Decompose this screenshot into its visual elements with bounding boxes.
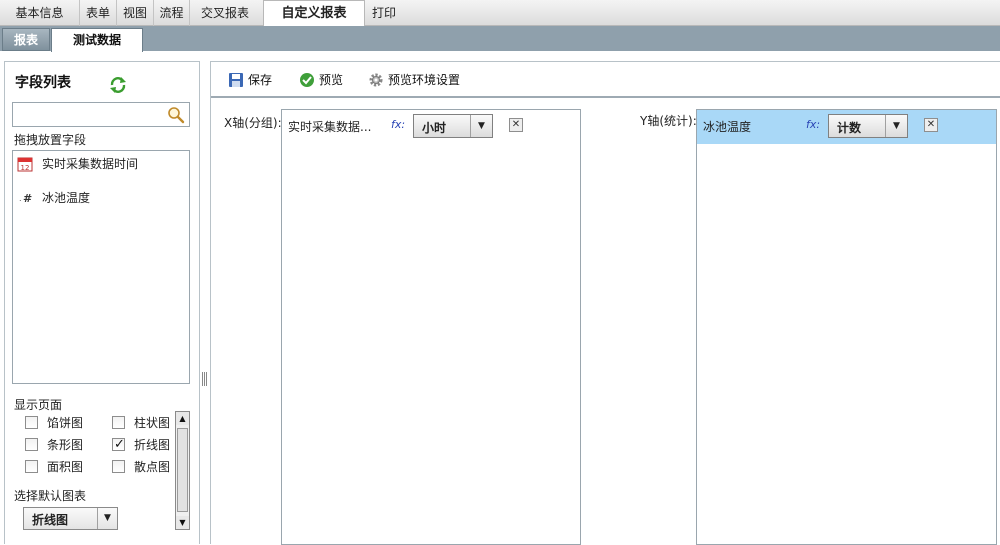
refresh-icon[interactable]	[109, 76, 127, 94]
chart-option-label: 折线图	[134, 438, 171, 452]
tab-view[interactable]: 视图	[117, 0, 154, 26]
chevron-down-icon[interactable]: ▼	[470, 115, 492, 137]
check-circle-icon	[300, 73, 314, 87]
x-axis-group-value: 小时	[422, 121, 447, 135]
tab-print[interactable]: 打印	[366, 0, 402, 26]
chart-option-label: 条形图	[47, 438, 84, 452]
top-tab-bar: 基本信息 表单 视图 流程 交叉报表 自定义报表 打印	[0, 0, 1000, 27]
chart-option-label: 散点图	[134, 460, 171, 474]
chart-option-area[interactable]: 面积图	[25, 457, 105, 477]
preview-label: 预览	[319, 73, 344, 87]
default-chart-select[interactable]: 折线图 ▼	[23, 507, 118, 530]
default-chart-label: 选择默认图表	[14, 489, 87, 503]
save-button[interactable]: 保存	[228, 71, 278, 89]
tab-workflow[interactable]: 流程	[154, 0, 190, 26]
field-item-label: 实时采集数据时间	[42, 157, 139, 171]
field-item-collect-time[interactable]: 12 实时采集数据时间	[17, 154, 185, 174]
chart-option-scatter[interactable]: 散点图	[112, 457, 182, 477]
close-icon[interactable]: ✕	[924, 118, 938, 132]
chart-type-options: 馅饼图 柱状图 条形图 折线图 面积图 散点图	[25, 413, 175, 479]
tab-form[interactable]: 表单	[80, 0, 117, 26]
y-axis-field-name: 冰池温度	[703, 120, 752, 134]
drag-fields-label: 拖拽放置字段	[14, 133, 87, 147]
fx-icon[interactable]: fx:	[391, 118, 405, 131]
checkbox[interactable]	[112, 460, 125, 473]
preview-settings-button[interactable]: 预览环境设置	[368, 71, 468, 89]
y-axis-field-row[interactable]: 冰池温度 fx: 计数 ▼ ✕	[697, 110, 996, 144]
x-axis-label: X轴(分组):	[224, 116, 282, 130]
panel-splitter-handle[interactable]	[202, 372, 208, 388]
field-search-input[interactable]	[16, 106, 164, 123]
number-field-icon: . #	[19, 192, 32, 205]
tab-basic-info[interactable]: 基本信息	[0, 0, 80, 26]
field-item-label: 冰池温度	[42, 191, 91, 205]
checkbox-checked[interactable]	[112, 435, 125, 455]
field-list-panel: 字段列表 拖拽放置字段 12 实时采集数据时间 . # 冰池温度 显示页面 馅饼…	[4, 61, 200, 544]
save-icon	[229, 73, 243, 87]
y-axis-aggregate-select[interactable]: 计数 ▼	[828, 114, 908, 138]
search-icon[interactable]	[167, 106, 185, 124]
svg-text:#: #	[23, 192, 32, 205]
chart-option-bar[interactable]: 条形图	[25, 435, 105, 455]
fx-icon[interactable]: fx:	[806, 118, 820, 131]
field-item-ice-pool-temp[interactable]: . # 冰池温度	[17, 188, 185, 208]
scroll-down-arrow-icon[interactable]: ▼	[176, 516, 189, 529]
preview-button[interactable]: 预览	[299, 71, 349, 89]
field-search-box	[12, 102, 190, 127]
default-chart-value: 折线图	[32, 513, 69, 527]
toolbar: 保存 预览 预览环境设置	[211, 62, 1000, 98]
save-label: 保存	[248, 73, 273, 87]
gear-icon	[369, 73, 383, 87]
checkbox[interactable]	[25, 460, 38, 473]
y-axis-aggregate-value: 计数	[837, 121, 862, 135]
y-axis-drop-zone[interactable]: 冰池温度 fx: 计数 ▼ ✕	[696, 109, 997, 545]
sub-tab-bar: 报表 测试数据	[0, 26, 1000, 52]
tab-custom-report[interactable]: 自定义报表	[263, 0, 365, 27]
checkbox[interactable]	[25, 438, 38, 451]
x-axis-drop-zone[interactable]: 实时采集数据... fx: 小时 ▼ ✕	[281, 109, 581, 545]
field-list: 12 实时采集数据时间 . # 冰池温度	[12, 150, 190, 384]
report-design-area: 保存 预览 预览环境设置 X轴(分组): 实时采集数据... fx: 小时 ▼ …	[210, 61, 1000, 545]
subtab-test-data[interactable]: 测试数据	[51, 28, 143, 52]
calendar-icon: 12	[17, 157, 33, 172]
svg-text:12: 12	[21, 164, 30, 172]
chart-option-label: 面积图	[47, 460, 84, 474]
tab-cross-report[interactable]: 交叉报表	[190, 0, 260, 26]
x-axis-group-select[interactable]: 小时 ▼	[413, 114, 493, 138]
x-axis-field-row[interactable]: 实时采集数据... fx: 小时 ▼ ✕	[282, 110, 580, 144]
chart-option-label: 馅饼图	[47, 416, 84, 430]
scroll-up-arrow-icon[interactable]: ▲	[176, 412, 189, 425]
scroll-thumb[interactable]	[177, 428, 188, 512]
close-icon[interactable]: ✕	[509, 118, 523, 132]
checkbox[interactable]	[25, 416, 38, 429]
chart-option-pie[interactable]: 馅饼图	[25, 413, 105, 433]
subtab-report[interactable]: 报表	[2, 28, 50, 51]
y-axis-label: Y轴(统计):	[640, 114, 697, 128]
chart-option-line[interactable]: 折线图	[112, 435, 182, 455]
checkbox[interactable]	[112, 416, 125, 429]
chart-option-column[interactable]: 柱状图	[112, 413, 182, 433]
chevron-down-icon[interactable]: ▼	[885, 115, 907, 137]
display-page-label: 显示页面	[14, 398, 63, 412]
field-list-title: 字段列表	[15, 75, 71, 91]
x-axis-field-name: 实时采集数据...	[288, 120, 372, 134]
chart-option-label: 柱状图	[134, 416, 171, 430]
chevron-down-icon[interactable]: ▼	[97, 508, 117, 529]
svg-text:.: .	[19, 194, 22, 203]
preview-settings-label: 预览环境设置	[388, 73, 461, 87]
chart-options-scrollbar[interactable]: ▲ ▼	[175, 411, 190, 530]
